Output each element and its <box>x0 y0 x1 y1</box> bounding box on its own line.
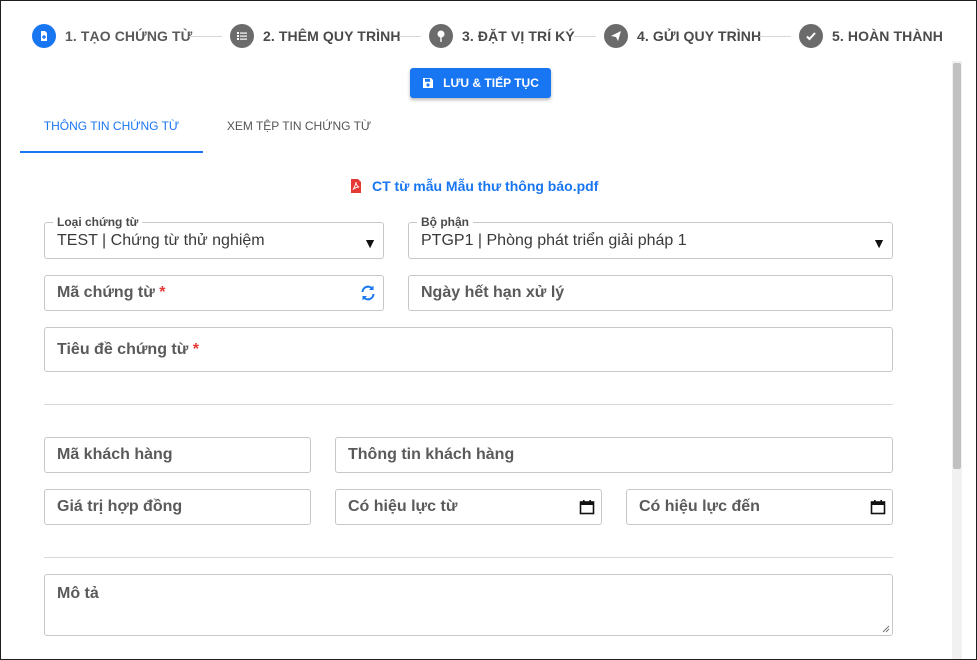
pdf-file-icon <box>351 179 361 193</box>
tab-label: THÔNG TIN CHỨNG TỪ <box>43 119 180 133</box>
section-divider <box>44 557 893 558</box>
document-title-placeholder: Tiêu đề chứng từ * <box>57 340 200 358</box>
document-code-field[interactable]: Mã chứng từ * <box>44 275 384 311</box>
list-icon <box>230 24 254 48</box>
contract-value-field[interactable]: Giá trị hợp đồng <box>44 489 311 525</box>
step-connector <box>574 36 596 37</box>
customer-info-placeholder: Thông tin khách hàng <box>348 446 515 463</box>
resize-handle-icon[interactable] <box>882 625 890 633</box>
due-date-field[interactable]: Ngày hết hạn xử lý <box>408 275 893 311</box>
document-title-field[interactable]: Tiêu đề chứng từ * <box>44 327 893 372</box>
contract-value-placeholder: Giá trị hợp đồng <box>57 498 183 515</box>
save-button-label: LƯU & TIẾP TỤC <box>443 76 539 90</box>
dropdown-arrow-icon: ▼ <box>872 235 886 251</box>
refresh-icon[interactable] <box>359 284 377 302</box>
paper-plane-icon <box>604 24 628 48</box>
effective-to-field[interactable]: Có hiệu lực đến <box>626 489 893 525</box>
step-connector <box>189 36 222 37</box>
file-name: CT từ mẫu Mẫu thư thông báo.pdf <box>372 178 599 194</box>
document-plus-icon <box>32 24 56 48</box>
step-label: 5. HOÀN THÀNH <box>832 28 943 44</box>
step-connector <box>399 36 421 37</box>
step-connector <box>759 36 791 37</box>
dropdown-arrow-icon: ▼ <box>363 235 377 251</box>
document-type-select[interactable]: Loại chứng từ TEST | Chứng từ thử nghiệm… <box>44 216 384 259</box>
document-type-label: Loại chứng từ <box>53 216 143 228</box>
effective-from-field[interactable]: Có hiệu lực từ <box>335 489 602 525</box>
document-type-value: TEST | Chứng từ thử nghiệm <box>57 232 265 249</box>
scrollbar-thumb[interactable] <box>953 63 961 469</box>
step-send-workflow[interactable]: 4. GỬI QUY TRÌNH <box>604 23 761 49</box>
document-file-link[interactable]: CT từ mẫu Mẫu thư thông báo.pdf <box>350 176 598 196</box>
check-circle-icon <box>799 24 823 48</box>
effective-to-placeholder: Có hiệu lực đến <box>639 498 760 515</box>
step-set-signature-position[interactable]: 3. ĐẶT VỊ TRÍ KÝ <box>429 23 575 49</box>
save-and-continue-button[interactable]: LƯU & TIẾP TỤC <box>410 68 551 98</box>
document-code-placeholder: Mã chứng từ * <box>57 284 166 301</box>
department-select[interactable]: Bộ phận PTGP1 | Phòng phát triển giải ph… <box>408 216 893 259</box>
step-complete[interactable]: 5. HOÀN THÀNH <box>799 23 943 49</box>
customer-code-placeholder: Mã khách hàng <box>57 446 173 463</box>
section-divider <box>44 404 893 405</box>
customer-info-field[interactable]: Thông tin khách hàng <box>335 437 893 473</box>
tab-document-info[interactable]: THÔNG TIN CHỨNG TỪ <box>20 119 203 153</box>
customer-code-field[interactable]: Mã khách hàng <box>44 437 311 473</box>
step-create-document[interactable]: 1. TẠO CHỨNG TỪ <box>32 23 192 49</box>
step-label: 3. ĐẶT VỊ TRÍ KÝ <box>462 28 575 44</box>
step-label: 2. THÊM QUY TRÌNH <box>263 28 401 44</box>
floppy-disk-icon <box>423 78 434 88</box>
app-frame: 1. TẠO CHỨNG TỪ 2. THÊM QUY TRÌNH 3. ĐẶT… <box>0 0 977 660</box>
tab-label: XEM TỆP TIN CHỨNG TỪ <box>226 119 372 133</box>
department-label: Bộ phận <box>417 216 473 228</box>
active-tab-indicator <box>20 151 203 153</box>
map-pin-icon <box>429 24 453 48</box>
step-add-workflow[interactable]: 2. THÊM QUY TRÌNH <box>230 23 401 49</box>
step-label: 1. TẠO CHỨNG TỪ <box>65 28 193 44</box>
calendar-icon[interactable] <box>579 499 595 515</box>
description-textarea[interactable]: Mô tả <box>44 574 893 636</box>
description-placeholder: Mô tả <box>57 585 99 602</box>
progress-stepper: 1. TẠO CHỨNG TỪ 2. THÊM QUY TRÌNH 3. ĐẶT… <box>1 1 976 63</box>
effective-from-placeholder: Có hiệu lực từ <box>348 498 458 515</box>
tab-view-document-file[interactable]: XEM TỆP TIN CHỨNG TỪ <box>211 119 387 153</box>
step-label: 4. GỬI QUY TRÌNH <box>637 28 762 44</box>
due-date-placeholder: Ngày hết hạn xử lý <box>421 284 565 301</box>
calendar-icon[interactable] <box>870 499 886 515</box>
department-value: PTGP1 | Phòng phát triển giải pháp 1 <box>421 232 687 249</box>
